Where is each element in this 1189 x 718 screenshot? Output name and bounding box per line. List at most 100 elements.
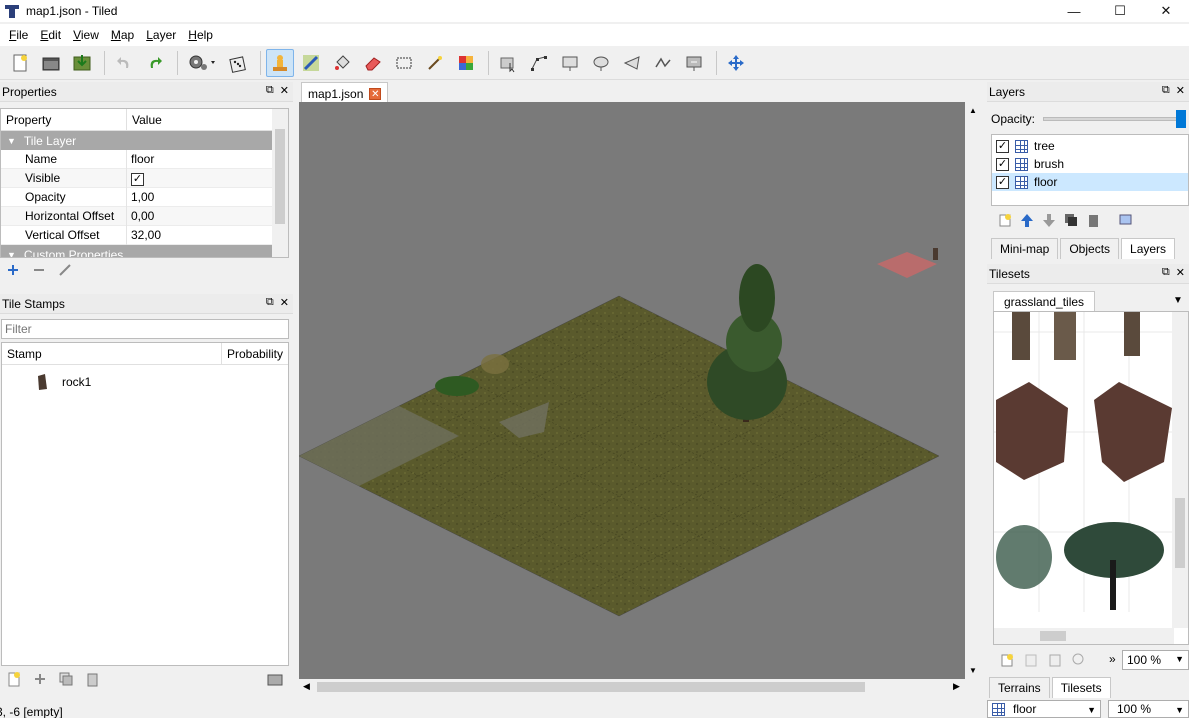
map-zoom-combo[interactable]: 100 % ▼ xyxy=(1108,700,1189,718)
tileset-horizontal-scrollbar[interactable] xyxy=(994,628,1174,644)
new-map-button[interactable] xyxy=(6,49,34,77)
layer-visibility-checkbox[interactable]: ✓ xyxy=(996,157,1009,171)
float-panel-icon[interactable]: ⧉ xyxy=(1162,266,1170,279)
open-button[interactable] xyxy=(37,49,65,77)
menu-view[interactable]: View xyxy=(68,26,104,44)
eraser-tool[interactable] xyxy=(359,49,387,77)
scrollbar-thumb[interactable] xyxy=(317,682,865,692)
lower-layer-icon[interactable] xyxy=(1041,212,1057,228)
tab-terrains[interactable]: Terrains xyxy=(989,677,1050,698)
edit-tileset-icon[interactable] xyxy=(1071,652,1087,668)
terrain-brush-tool[interactable] xyxy=(297,49,325,77)
property-row-opacity[interactable]: Opacity 1,00 xyxy=(1,187,288,207)
delete-stamp-icon[interactable] xyxy=(84,671,100,687)
properties-scrollbar[interactable] xyxy=(272,109,288,257)
layer-row-floor[interactable]: ✓ floor xyxy=(992,173,1188,191)
scrollbar-thumb[interactable] xyxy=(1175,498,1185,568)
select-same-tile-tool[interactable] xyxy=(452,49,480,77)
new-tileset-icon[interactable] xyxy=(999,652,1015,668)
move-tool[interactable] xyxy=(722,49,750,77)
random-mode-button[interactable] xyxy=(224,49,252,77)
property-value[interactable]: 0,00 xyxy=(127,209,154,223)
col-stamp-header[interactable]: Stamp xyxy=(2,343,222,364)
tileset-vertical-scrollbar[interactable] xyxy=(1172,312,1188,628)
layer-row-tree[interactable]: ✓ tree xyxy=(992,137,1188,155)
close-tab-icon[interactable]: ✕ xyxy=(369,87,382,100)
float-panel-icon[interactable]: ⧉ xyxy=(266,84,274,97)
maximize-button[interactable]: ☐ xyxy=(1097,0,1143,22)
tab-grassland-tiles[interactable]: grassland_tiles xyxy=(993,291,1096,312)
menu-layer[interactable]: Layer xyxy=(141,26,181,44)
tab-layers[interactable]: Layers xyxy=(1121,238,1176,259)
commands-button[interactable] xyxy=(183,49,221,77)
tree-tile[interactable] xyxy=(996,525,1052,589)
menu-edit[interactable]: Edit xyxy=(35,26,66,44)
add-property-icon[interactable] xyxy=(6,263,20,277)
property-value[interactable]: ✓ xyxy=(127,171,144,186)
scrollbar-thumb[interactable] xyxy=(1040,631,1066,641)
magic-wand-tool[interactable] xyxy=(421,49,449,77)
scroll-down-arrow-icon[interactable]: ▼ xyxy=(969,666,977,675)
open-stamps-folder-icon[interactable] xyxy=(267,671,283,687)
group-tile-layer[interactable]: ▼ Tile Layer xyxy=(1,131,288,150)
canvas-horizontal-scrollbar[interactable]: ◀ ▶ xyxy=(299,679,981,695)
col-property-header[interactable]: Property xyxy=(1,109,127,130)
canvas-vertical-scrollbar[interactable]: ▲ ▼ xyxy=(965,102,981,679)
layer-visibility-checkbox[interactable]: ✓ xyxy=(996,139,1009,153)
scroll-left-arrow-icon[interactable]: ◀ xyxy=(303,681,310,692)
isometric-map-view[interactable] xyxy=(299,102,965,679)
tileset-zoom-combo[interactable]: 100 % ▼ xyxy=(1122,650,1189,670)
property-row-horizontal-offset[interactable]: Horizontal Offset 0,00 xyxy=(1,206,288,226)
edit-polygons-tool[interactable] xyxy=(525,49,553,77)
export-tileset-icon[interactable] xyxy=(1047,652,1063,668)
tab-tilesets[interactable]: Tilesets xyxy=(1051,677,1111,698)
menu-file[interactable]: File xyxy=(4,26,33,44)
show-hide-other-layers-icon[interactable] xyxy=(1117,212,1133,228)
raise-layer-icon[interactable] xyxy=(1019,212,1035,228)
insert-rectangle-tool[interactable] xyxy=(556,49,584,77)
save-button[interactable] xyxy=(68,49,96,77)
stamps-filter-input[interactable] xyxy=(1,319,289,339)
remove-property-icon[interactable] xyxy=(32,263,46,277)
layer-visibility-checkbox[interactable]: ✓ xyxy=(996,175,1009,189)
rectangle-select-tool[interactable] xyxy=(390,49,418,77)
duplicate-layer-icon[interactable] xyxy=(1063,212,1079,228)
more-options-icon[interactable]: » xyxy=(1109,652,1116,666)
tileset-view[interactable] xyxy=(993,311,1189,645)
new-layer-icon[interactable] xyxy=(997,212,1013,228)
stamp-brush-tool[interactable] xyxy=(266,48,294,77)
new-stamp-icon[interactable] xyxy=(6,671,22,687)
float-panel-icon[interactable]: ⧉ xyxy=(266,296,274,309)
property-value[interactable]: 32,00 xyxy=(127,228,161,242)
property-value[interactable]: floor xyxy=(127,152,154,166)
current-layer-combo[interactable]: floor ▼ xyxy=(987,700,1101,718)
insert-polyline-tool[interactable] xyxy=(649,49,677,77)
layer-row-brush[interactable]: ✓ brush xyxy=(992,155,1188,173)
close-panel-icon[interactable]: ✕ xyxy=(1176,266,1185,279)
property-value[interactable]: 1,00 xyxy=(127,190,154,204)
property-row-vertical-offset[interactable]: Vertical Offset 32,00 xyxy=(1,225,288,245)
close-panel-icon[interactable]: ✕ xyxy=(1176,84,1185,97)
visible-checkbox[interactable]: ✓ xyxy=(131,172,144,186)
property-row-name[interactable]: Name floor xyxy=(1,149,288,169)
delete-layer-icon[interactable] xyxy=(1085,212,1101,228)
undo-button[interactable] xyxy=(110,49,138,77)
minimize-button[interactable]: — xyxy=(1051,0,1097,22)
wall-tile[interactable] xyxy=(1054,312,1076,360)
tab-objects[interactable]: Objects xyxy=(1060,238,1120,259)
insert-ellipse-tool[interactable] xyxy=(587,49,615,77)
wall-tile[interactable] xyxy=(1124,312,1140,356)
scrollbar-thumb[interactable] xyxy=(275,129,285,224)
float-panel-icon[interactable]: ⧉ xyxy=(1162,84,1170,97)
duplicate-stamp-icon[interactable] xyxy=(58,671,74,687)
document-tab[interactable]: map1.json ✕ xyxy=(301,82,389,104)
rename-property-icon[interactable] xyxy=(58,263,72,277)
bucket-fill-tool[interactable] xyxy=(328,49,356,77)
menu-map[interactable]: Map xyxy=(106,26,139,44)
map-canvas[interactable] xyxy=(299,102,965,679)
property-row-visible[interactable]: Visible ✓ xyxy=(1,168,288,188)
close-panel-icon[interactable]: ✕ xyxy=(280,84,289,97)
opacity-slider-handle[interactable] xyxy=(1176,110,1187,128)
group-custom-properties[interactable]: ▼ Custom Properties xyxy=(1,245,288,257)
tilesets-menu-arrow-icon[interactable]: ▼ xyxy=(1173,295,1183,306)
